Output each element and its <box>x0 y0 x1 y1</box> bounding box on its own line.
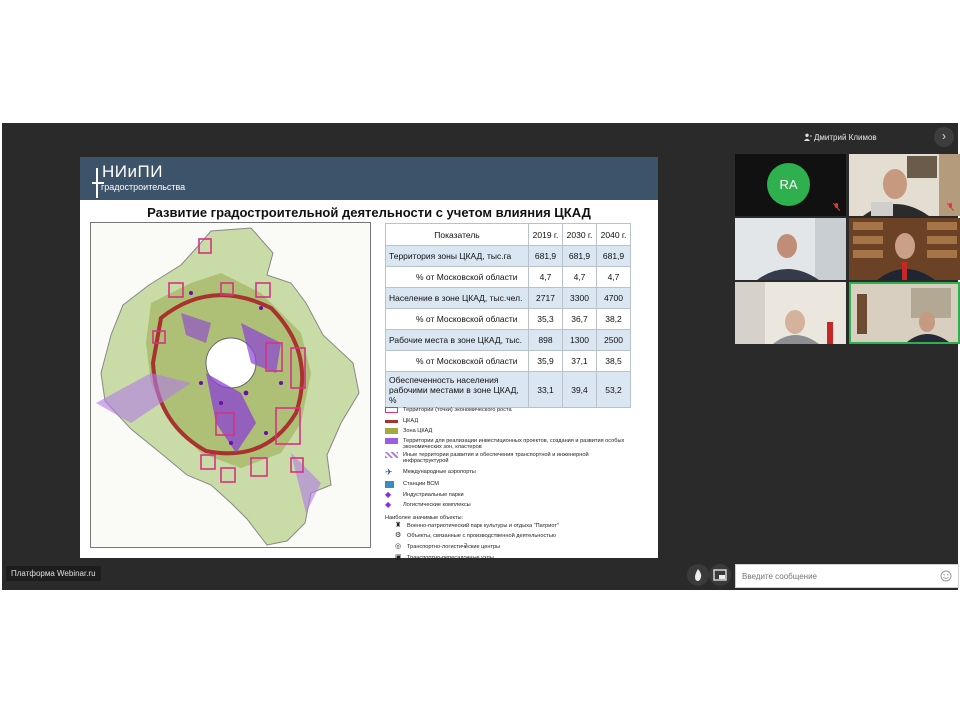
table-header: 2019 г. <box>528 223 563 246</box>
screen-button[interactable] <box>709 564 731 586</box>
table-cell: Население в зоне ЦКАД, тыс.чел. <box>385 287 529 309</box>
ring-road-icon <box>385 420 398 423</box>
table-cell: Рабочие места в зоне ЦКАД, тыс. <box>385 329 529 351</box>
avatar: RA <box>767 163 810 206</box>
mic-off-icon <box>833 203 840 211</box>
diamond-icon: ◆ <box>385 500 392 509</box>
table-row: Территория зоны ЦКАД, тыс.га 681,9 681,9… <box>385 245 631 267</box>
table-cell: % от Московской области <box>385 266 529 288</box>
video-frame <box>849 154 960 216</box>
video-frame <box>849 218 960 280</box>
investment-area-icon <box>385 438 398 444</box>
participant-video-active[interactable] <box>849 282 960 344</box>
legend-item: ⚙ Объекты, связанные с производственной … <box>395 532 556 539</box>
logo: НИиПИ градостроительства <box>92 162 186 198</box>
table-cell: 4,7 <box>596 266 631 288</box>
table-cell: 2500 <box>596 329 631 351</box>
legend-item: Иные территории развития и обеспечения т… <box>385 452 655 466</box>
webinar-app: Дмитрий Климов › НИиПИ градостроительств… <box>2 123 960 590</box>
legend-item: Территории для реализации инвестиционных… <box>385 438 655 452</box>
table-cell: 35,3 <box>528 308 563 330</box>
legend-item: Станции ВСМ <box>385 481 655 490</box>
participant-video[interactable] <box>849 218 960 280</box>
table-cell: 35,9 <box>528 350 563 372</box>
table-cell: Обеспеченность населения рабочими местам… <box>385 371 529 408</box>
legend-item: ▣ Транспортно-пересадочные узлы <box>395 554 494 561</box>
table-row: Обеспеченность населения рабочими местам… <box>385 371 631 408</box>
table-cell: 36,7 <box>562 308 597 330</box>
table-row: % от Московской области 35,9 37,1 38,5 <box>385 350 631 372</box>
table-cell: 681,9 <box>562 245 597 267</box>
flame-icon <box>695 569 702 581</box>
table-cell: 4,7 <box>528 266 563 288</box>
slide-title: Развитие градостроительной деятельности … <box>147 205 591 220</box>
growth-point-icon <box>385 407 398 413</box>
legend-item: Территории (точки) экономического роста <box>385 407 655 416</box>
participant-video[interactable] <box>735 282 846 344</box>
table-cell: % от Московской области <box>385 350 529 372</box>
message-field[interactable] <box>735 564 959 588</box>
table-cell: 2717 <box>528 287 563 309</box>
table-row: % от Московской области 35,3 36,7 38,2 <box>385 308 631 330</box>
table-cell: 38,2 <box>596 308 631 330</box>
table-cell: 39,4 <box>562 371 597 408</box>
video-frame <box>735 282 846 344</box>
table-header: 2040 г. <box>596 223 631 246</box>
picture-in-picture-icon <box>713 569 727 581</box>
table-cell: 37,1 <box>562 350 597 372</box>
indicators-table: Показатель 2019 г. 2030 г. 2040 г. Терри… <box>385 223 631 408</box>
table-header-row: Показатель 2019 г. 2030 г. 2040 г. <box>385 223 631 246</box>
table-cell: 681,9 <box>528 245 563 267</box>
station-icon <box>385 481 394 488</box>
table-cell: 4700 <box>596 287 631 309</box>
platform-brand: Платформа Webinar.ru <box>6 566 101 581</box>
table-cell: 3300 <box>562 287 597 309</box>
table-cell: 1300 <box>562 329 597 351</box>
diamond-icon: ◆ <box>385 490 392 499</box>
hatched-area-icon <box>385 452 398 458</box>
legend-item: Зона ЦКАД <box>385 428 655 437</box>
presentation-slide: НИиПИ градостроительства Развитие градос… <box>80 157 658 561</box>
table-row: Рабочие места в зоне ЦКАД, тыс. 898 1300… <box>385 329 631 351</box>
table-header: Показатель <box>385 223 529 246</box>
zone-icon <box>385 428 398 434</box>
mic-off-icon <box>947 203 954 211</box>
video-frame <box>735 218 846 280</box>
table-row: Население в зоне ЦКАД, тыс.чел. 2717 330… <box>385 287 631 309</box>
participant-video[interactable] <box>849 154 960 216</box>
legend-item: ЦКАД <box>385 418 655 427</box>
table-cell: 33,1 <box>528 371 563 408</box>
next-arrow-button[interactable]: › <box>934 127 954 147</box>
legend-item: ◆ Индустриальные парки <box>385 490 464 499</box>
legend-item: ◎ Транспортно-логистические центры <box>395 543 501 550</box>
table-cell: 898 <box>528 329 563 351</box>
region-map <box>90 222 371 548</box>
logo-top-text: НИиПИ <box>102 162 163 181</box>
table-header: 2030 г. <box>562 223 597 246</box>
legend-item: ♜ Военно-патриотический парк культуры и … <box>395 522 559 529</box>
message-input[interactable] <box>742 565 942 587</box>
airplane-icon: ✈ <box>385 467 393 477</box>
participant-tile[interactable]: RA <box>735 154 846 216</box>
table-row: % от Московской области 4,7 4,7 4,7 <box>385 266 631 288</box>
participant-video[interactable] <box>735 218 846 280</box>
user-icon <box>804 133 812 141</box>
table-cell: 4,7 <box>562 266 597 288</box>
table-cell: 38,5 <box>596 350 631 372</box>
table-cell: 681,9 <box>596 245 631 267</box>
logo-bottom-text: градостроительства <box>101 182 186 192</box>
table-cell: % от Московской области <box>385 308 529 330</box>
reaction-button[interactable] <box>687 564 709 586</box>
chevron-right-icon: › <box>942 129 946 143</box>
emoji-icon[interactable] <box>940 570 952 582</box>
slide-header: НИиПИ градостроительства <box>80 157 658 200</box>
table-cell: Территория зоны ЦКАД, тыс.га <box>385 245 529 267</box>
table-cell: 53,2 <box>596 371 631 408</box>
current-user-name: Дмитрий Климов <box>814 133 877 142</box>
legend-item: ✈ Международные аэропорты <box>385 467 476 477</box>
video-frame <box>851 284 958 342</box>
slide-page-number: 7 <box>464 544 468 550</box>
legend-item: ◆ Логистические комплексы <box>385 500 471 509</box>
